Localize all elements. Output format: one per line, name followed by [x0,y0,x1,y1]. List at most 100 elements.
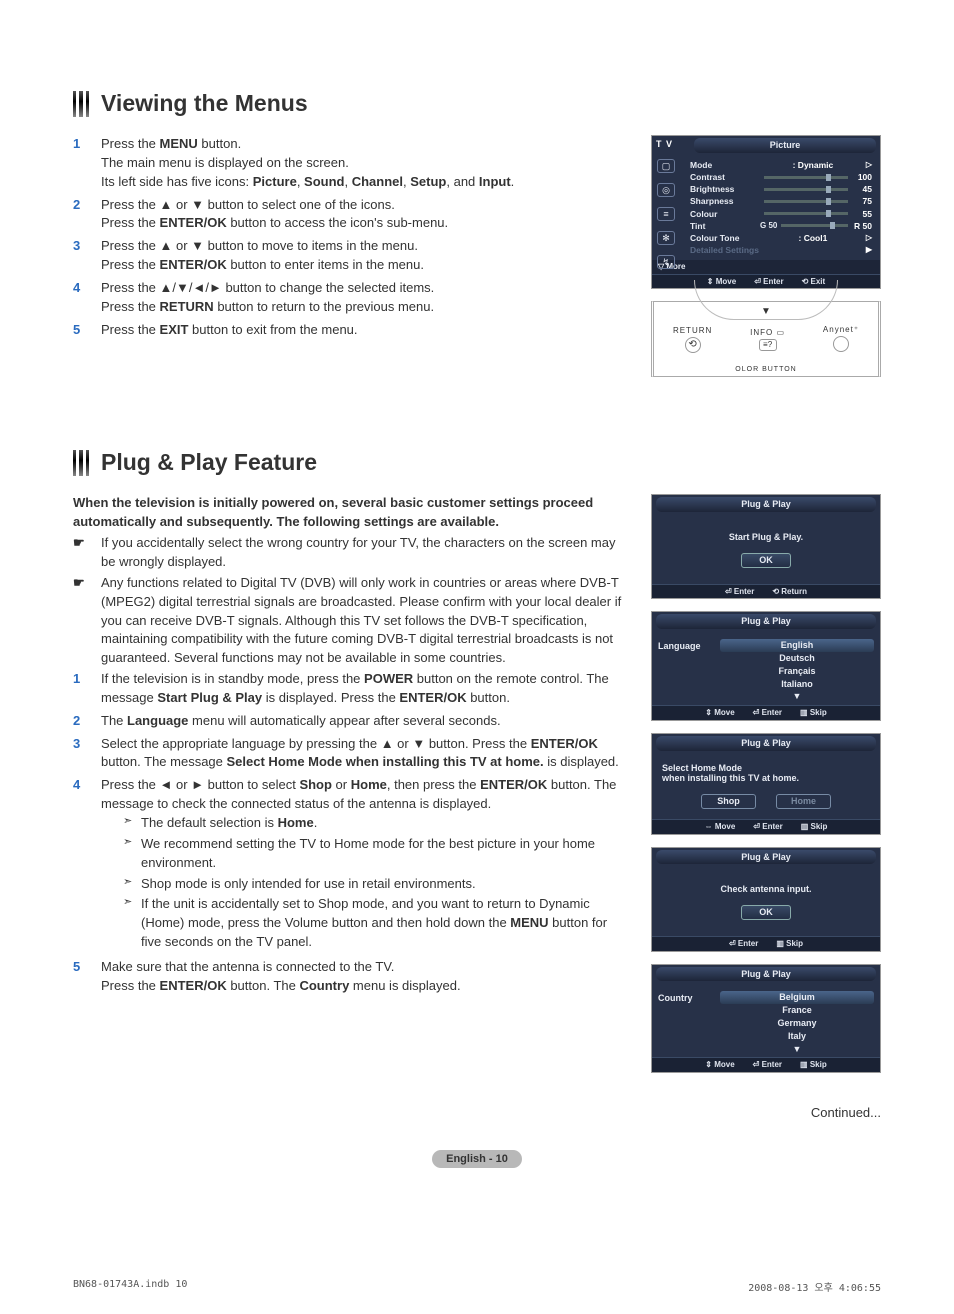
heading-viewing: Viewing the Menus [101,90,308,117]
chevron-down-icon: ▼ [720,1043,874,1056]
osd-option: Belgium [720,991,874,1004]
document-footer: BN68-01743A.indb 10 2008-08-13 오후 4:06:5… [73,1279,881,1294]
bullet-text: If the unit is accidentally set to Shop … [141,895,627,952]
osd-option: Italiano [720,678,874,691]
osd-antenna-check: Plug & Play Check antenna input. OK ⏎ En… [651,847,881,952]
osd-option: France [720,1004,874,1017]
step-line: Press the ENTER/OK button to access the … [101,214,627,233]
osd-row: Colour55 [690,208,872,220]
return-button-icon: ⟲ [685,337,701,353]
input-mode-icon: ↯ [657,255,675,269]
caution-note: ☛Any functions related to Digital TV (DV… [73,574,627,668]
chevron-right-icon: ▷ [866,233,872,243]
step-line: Press the ENTER/OK button to enter items… [101,256,627,275]
continued-label: Continued... [73,1085,881,1130]
viewing-body: 1Press the MENU button.The main menu is … [73,135,627,389]
pointer-icon: ☛ [73,534,101,572]
osd-enter-hint: Enter [762,822,782,831]
step-number: 1 [73,670,101,708]
osd-row-value: 100 [852,172,872,182]
osd-slider [764,200,848,203]
step-number: 5 [73,958,101,996]
osd-row-label: Sharpness [690,196,760,206]
osd-tab-picture: Picture [694,138,876,153]
bullet-text: We recommend setting the TV to Home mode… [141,835,627,873]
osd-row-value: : Dynamic [793,160,834,170]
section-heading-viewing: Viewing the Menus [73,90,881,117]
page-number-pill: English - 10 [73,1150,881,1165]
osd-skip-hint: Skip [786,939,803,948]
osd-antenna-msg: Check antenna input. [652,868,880,899]
sub-bullet: ➣We recommend setting the TV to Home mod… [123,835,627,873]
bullet-arrow-icon: ➣ [123,835,141,873]
sound-mode-icon: ◎ [657,183,675,197]
step-number: 3 [73,237,101,275]
down-arrow-icon: ▼ [761,306,771,317]
osd-tab: Plug & Play [656,850,876,865]
osd-row-value: 75 [852,196,872,206]
step-number: 3 [73,735,101,773]
osd-row-label: Brightness [690,184,760,194]
plugplay-intro: When the television is initially powered… [73,494,627,532]
osd-return-hint: Return [781,587,807,596]
osd-mode-msg2: when installing this TV at home. [662,773,870,784]
setup-mode-icon: ✻ [657,231,675,245]
step-line: Make sure that the antenna is connected … [101,958,627,977]
osd-row: Sharpness 75 [690,195,872,207]
info-label: INFO [750,328,773,337]
osd-enter-hint: Enter [738,939,758,948]
osd-option: Deutsch [720,652,874,665]
osd-skip-hint: Skip [810,708,827,717]
bullet-text: Shop mode is only intended for use in re… [141,875,627,894]
step-number: 5 [73,321,101,340]
osd-move-hint: Move [714,708,734,717]
sub-bullet: ➣The default selection is Home. [123,814,627,833]
osd-tv-label: T V [656,139,673,150]
step-number: 2 [73,196,101,234]
step: 5Press the EXIT button to exit from the … [73,321,627,340]
remote-control-snippet: ▼ RETURN ⟲ INFO ▭ ≡? Anynet⁺ OLOR BUTTON [651,301,881,377]
osd-skip-hint: Skip [810,822,827,831]
step-number: 2 [73,712,101,731]
doc-footer-left: BN68-01743A.indb 10 [73,1279,187,1294]
step-line: Press the EXIT button to exit from the m… [101,321,627,340]
osd-ok-button: OK [741,553,791,568]
osd-row: Contrast 100 [690,171,872,183]
channel-mode-icon: ≡ [657,207,675,221]
page-number-text: English - 10 [432,1150,522,1168]
osd-row: Colour Tone : Cool1 ▷ [690,232,872,244]
step: 1If the television is in standby mode, p… [73,670,627,708]
osd-tab: Plug & Play [656,736,876,751]
osd-skip-hint: Skip [810,1060,827,1069]
osd-row-label: Contrast [690,172,760,182]
step: 5Make sure that the antenna is connected… [73,958,627,996]
osd-ok-button: OK [741,905,791,920]
osd-row-value: 45 [852,184,872,194]
osd-enter-hint: Enter [762,1060,782,1069]
step-line: Press the ◄ or ► button to select Shop o… [101,776,627,814]
osd-row-value: 55 [852,209,872,219]
osd-option: Germany [720,1017,874,1030]
step-line: If the television is in standby mode, pr… [101,670,627,708]
step-line: Its left side has five icons: Picture, S… [101,173,627,192]
osd-row: TintG 50R 50 [690,220,872,232]
caution-note: ☛If you accidentally select the wrong co… [73,534,627,572]
chevron-down-icon: ▼ [720,690,874,703]
osd-row-label: Mode [690,160,760,170]
osd-country-menu: Plug & Play Country BelgiumFranceGermany… [651,964,881,1073]
chevron-right-icon: ▶ [866,245,872,255]
heading-plugplay: Plug & Play Feature [101,449,317,476]
sub-bullet: ➣If the unit is accidentally set to Shop… [123,895,627,952]
osd-language-label: Language [658,639,720,703]
note-text: If you accidentally select the wrong cou… [101,534,627,572]
osd-picture-menu: T V Picture ▢ ◎ ≡ ✻ ↯ Mode: Dynamic▷Cont… [651,135,881,289]
osd-row-value: : Cool1 [799,233,828,243]
step: 4Press the ▲/▼/◄/► button to change the … [73,279,627,317]
step: 3Press the ▲ or ▼ button to move to item… [73,237,627,275]
osd-row-label: Colour Tone [690,233,760,243]
osd-option: Français [720,665,874,678]
osd-sidebar-icons: ▢ ◎ ≡ ✻ ↯ [654,154,678,274]
pointer-icon: ☛ [73,574,101,668]
chevron-right-icon: ▷ [866,160,872,170]
doc-footer-right: 2008-08-13 오후 4:06:55 [748,1279,881,1294]
